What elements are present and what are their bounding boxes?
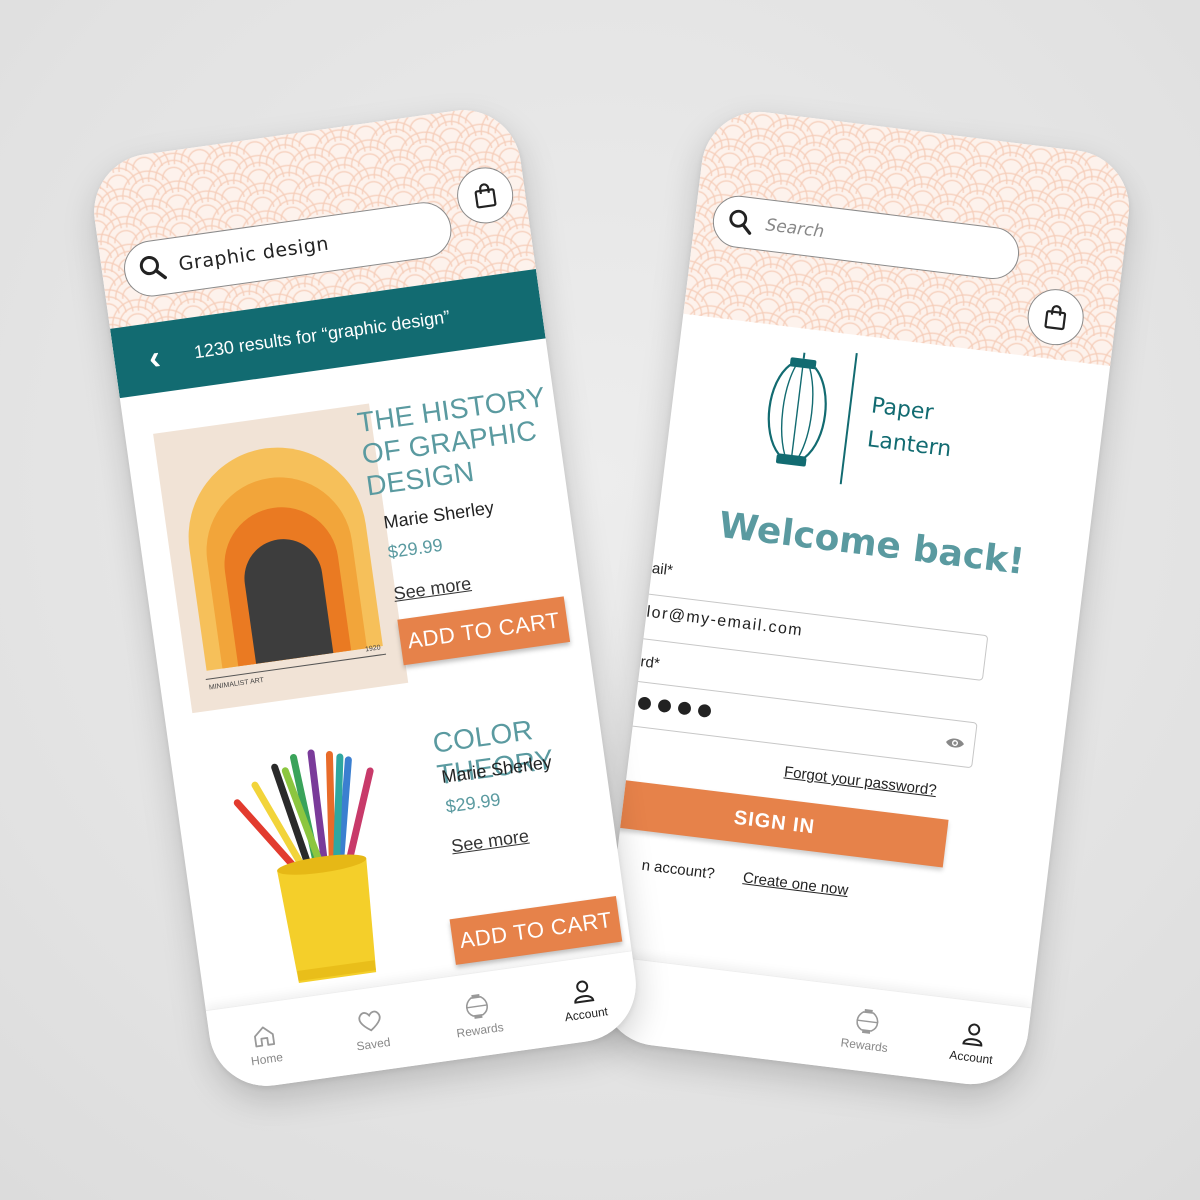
search-placeholder: Search bbox=[764, 215, 826, 243]
login-screen: Search Paper Lantern Welcome back! ail* … bbox=[594, 105, 1136, 1091]
colored-pencils-icon bbox=[233, 749, 377, 983]
logo-text-line2: Lantern bbox=[865, 427, 953, 463]
search-icon bbox=[139, 255, 167, 280]
tab-account[interactable]: Account bbox=[917, 1016, 1029, 1071]
colored-pencils-image[interactable] bbox=[221, 736, 423, 997]
tab-label: Rewards bbox=[455, 1019, 505, 1040]
product-author: Marie Sherley bbox=[382, 497, 496, 533]
home-icon bbox=[253, 1026, 275, 1047]
product-price: $29.99 bbox=[386, 534, 444, 563]
bottom-tab-bar: Rewards Account bbox=[594, 954, 1032, 1091]
lantern-icon bbox=[767, 352, 827, 467]
forgot-password-link[interactable]: Forgot your password? bbox=[783, 764, 937, 800]
tab-label: Saved bbox=[355, 1034, 392, 1053]
no-account-text: n account? bbox=[640, 856, 716, 883]
cover-year: 1920 bbox=[364, 644, 382, 654]
shopping-bag-icon bbox=[1044, 305, 1067, 331]
email-label: ail* bbox=[650, 559, 674, 580]
logo-text-line1: Paper bbox=[869, 393, 935, 426]
create-account-link[interactable]: Create one now bbox=[742, 869, 849, 899]
tab-label: Account bbox=[563, 1003, 609, 1024]
see-more-link[interactable]: See more bbox=[450, 826, 530, 858]
password-field[interactable] bbox=[612, 678, 978, 769]
tab-rewards[interactable]: Rewards bbox=[422, 986, 535, 1045]
search-value: Graphic design bbox=[177, 232, 331, 276]
tab-label: Account bbox=[948, 1047, 994, 1067]
search-icon bbox=[729, 209, 752, 235]
product-title[interactable]: THE HISTORY OF GRAPHIC DESIGN bbox=[355, 381, 556, 502]
results-count: 1230 results for “graphic design” bbox=[192, 306, 452, 362]
password-label: rd* bbox=[639, 653, 661, 673]
back-chevron-icon[interactable]: ‹ bbox=[112, 333, 197, 383]
search-results-screen: Graphic design ‹ 1230 results for “graph… bbox=[86, 102, 644, 1094]
product-price: $29.99 bbox=[444, 789, 502, 817]
lantern-icon bbox=[465, 993, 488, 1019]
tab-account[interactable]: Account bbox=[528, 972, 640, 1029]
email-field[interactable] bbox=[623, 591, 989, 681]
tab-home[interactable]: Home bbox=[209, 1016, 321, 1073]
user-icon bbox=[574, 980, 595, 1004]
shopping-bag-icon bbox=[474, 183, 497, 209]
tab-rewards[interactable]: Rewards bbox=[810, 1001, 922, 1058]
user-icon bbox=[962, 1023, 983, 1047]
cover-caption: MINIMALIST ART bbox=[208, 676, 265, 692]
tab-label: Rewards bbox=[839, 1034, 889, 1055]
see-more-link[interactable]: See more bbox=[392, 573, 472, 605]
lantern-icon bbox=[856, 1008, 879, 1034]
eye-icon[interactable] bbox=[944, 735, 966, 751]
welcome-heading: Welcome back! bbox=[716, 504, 1027, 583]
paper-lantern-logo: Paper Lantern bbox=[753, 343, 969, 506]
heart-icon bbox=[358, 1010, 381, 1031]
tab-saved[interactable]: Saved bbox=[315, 1002, 427, 1059]
tab-label: Home bbox=[250, 1049, 284, 1068]
add-to-cart-button[interactable]: ADD TO CART bbox=[397, 596, 571, 666]
logo-divider bbox=[839, 353, 858, 485]
